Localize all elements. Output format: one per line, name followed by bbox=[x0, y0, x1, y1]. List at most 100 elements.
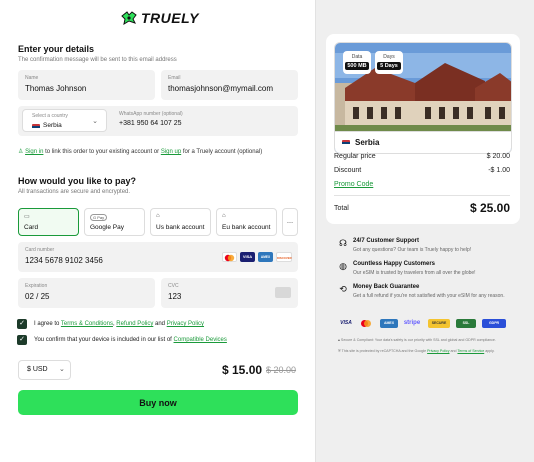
whatsapp-field[interactable]: WhatsApp number (optional) +381 950 64 1… bbox=[112, 106, 298, 136]
ssl-badge-icon: SSL bbox=[456, 319, 476, 328]
mastercard-logo-icon bbox=[222, 252, 237, 262]
feature-desc: Got any questions? Our team is Truely ha… bbox=[353, 247, 472, 253]
name-value: Thomas Johnson bbox=[25, 84, 87, 93]
secure-badge-icon: SECURE bbox=[428, 319, 450, 328]
gdpr-badge-icon: GDPR bbox=[482, 319, 506, 328]
whatsapp-label: WhatsApp number (optional) bbox=[119, 111, 183, 117]
pay-method-label: Us bank account bbox=[156, 224, 205, 231]
sign-up-link[interactable]: Sign up bbox=[161, 149, 181, 155]
bank-icon: ⌂ bbox=[222, 213, 226, 219]
discover-logo-icon: DISCOVER bbox=[276, 252, 292, 262]
secure-note-1: 🔒︎ Secure & Compliant: Your data's safet… bbox=[338, 338, 496, 342]
chevron-down-icon: ⌄ bbox=[59, 366, 65, 373]
cvc-card-icon bbox=[275, 287, 291, 298]
cvc-label: CVC bbox=[168, 283, 179, 289]
email-label: Email bbox=[168, 75, 181, 81]
data-label: Data bbox=[351, 54, 363, 60]
truely-logo-icon bbox=[121, 11, 137, 25]
feature-desc: Get a full refund if you're not satisfie… bbox=[353, 293, 505, 299]
currency-value: $ USD bbox=[27, 366, 48, 373]
pay-method-label: Google Pay bbox=[90, 224, 124, 231]
days-label: Days bbox=[383, 54, 395, 60]
device-prefix: You confirm that your device is included… bbox=[34, 337, 174, 343]
expiration-field[interactable]: Expiration 02 / 25 bbox=[18, 278, 155, 308]
device-checkbox[interactable]: ✓ bbox=[17, 335, 27, 345]
terms-link[interactable]: Terms & Conditions bbox=[61, 321, 113, 327]
terms-checkbox[interactable]: ✓ bbox=[17, 319, 27, 329]
whatsapp-value: +381 950 64 107 25 bbox=[119, 120, 182, 127]
secure-note-2: ⛨ This site is protected by reCAPTCHA an… bbox=[338, 349, 495, 353]
country-label: Select a country bbox=[32, 113, 68, 119]
recaptcha-prefix: This site is protected by reCAPTCHA and … bbox=[341, 349, 428, 353]
gpay-icon: G Pay bbox=[90, 214, 108, 221]
country-value: Serbia bbox=[43, 122, 62, 129]
pay-method-google-pay[interactable]: G Pay Google Pay bbox=[84, 208, 145, 236]
sign-in-link[interactable]: Sign in bbox=[25, 149, 43, 155]
card-number-field[interactable]: Card number 1234 5678 9102 3456 bbox=[18, 242, 298, 272]
expiration-label: Expiration bbox=[25, 283, 48, 289]
summary-divider bbox=[334, 195, 510, 196]
feature-desc: Our eSIM is trusted by travelers from al… bbox=[353, 270, 476, 276]
pay-method-card[interactable]: ▭ Card bbox=[18, 208, 79, 236]
pay-method-eu-bank[interactable]: ⌂ Eu bank account bbox=[216, 208, 277, 236]
regular-price-row: Regular price $ 20.00 bbox=[334, 153, 510, 160]
serbia-flag-icon bbox=[342, 140, 350, 146]
data-value: 500 MB bbox=[345, 62, 369, 70]
discount-value: -$ 1.00 bbox=[488, 167, 510, 174]
visa-logo-icon: VISA bbox=[340, 320, 352, 326]
data-chip: Data 500 MB bbox=[343, 51, 371, 74]
serbia-flag-icon bbox=[32, 124, 40, 130]
name-field[interactable]: Name Thomas Johnson bbox=[18, 70, 155, 100]
regular-price-value: $ 20.00 bbox=[486, 153, 510, 160]
total-value: $ 25.00 bbox=[469, 201, 510, 215]
refund-policy-link[interactable]: Refund Policy bbox=[116, 321, 153, 327]
account-note-middle: to link this order to your existing acco… bbox=[43, 149, 161, 155]
current-price: $ 15.00 bbox=[222, 363, 263, 377]
email-value: thomasjohnson@mymail.com bbox=[168, 84, 274, 93]
truely-logo-text: TRUELY bbox=[141, 10, 199, 26]
shield-icon: ⛨ bbox=[338, 349, 341, 353]
user-icon: ♙ bbox=[18, 149, 24, 155]
truely-logo[interactable]: TRUELY bbox=[121, 10, 199, 26]
country-select[interactable]: Select a country Serbia ⌄ bbox=[22, 109, 107, 132]
details-title: Enter your details bbox=[18, 44, 95, 54]
privacy-policy-link[interactable]: Privacy Policy bbox=[167, 321, 204, 327]
pay-method-label: Card bbox=[24, 224, 39, 231]
promo-code-link[interactable]: Promo Code bbox=[334, 181, 373, 188]
card-number-value: 1234 5678 9102 3456 bbox=[25, 256, 103, 265]
google-terms-link[interactable]: Terms of Service bbox=[457, 349, 484, 353]
email-field[interactable]: Email thomasjohnson@mymail.com bbox=[161, 70, 298, 100]
chevron-down-icon: ⌄ bbox=[92, 118, 98, 125]
card-icon: ▭ bbox=[24, 214, 30, 220]
feature-title: Countless Happy Customers bbox=[353, 261, 436, 267]
destination-image: Data 500 MB Days 5 Days Serbia bbox=[334, 42, 512, 154]
account-note-end: for a Truely account (optional) bbox=[181, 149, 263, 155]
amex-logo-icon: AMEX bbox=[258, 252, 273, 262]
feature-title: Money Back Guarantee bbox=[353, 284, 420, 290]
days-value: 5 Days bbox=[377, 62, 401, 70]
lock-icon: 🔒︎ bbox=[338, 338, 340, 342]
bank-icon: ⌂ bbox=[156, 213, 160, 219]
globe-icon: ◍ bbox=[339, 261, 347, 271]
total-label: Total bbox=[334, 205, 349, 212]
expiration-value: 02 / 25 bbox=[25, 292, 50, 301]
regular-price-label: Regular price bbox=[334, 153, 376, 160]
more-payment-methods-button[interactable]: … bbox=[282, 208, 298, 236]
discount-label: Discount bbox=[334, 167, 362, 174]
recaptcha-end: apply. bbox=[484, 349, 495, 353]
compatible-devices-link[interactable]: Compatible Devices bbox=[174, 337, 227, 343]
feature-title: 24/7 Customer Support bbox=[353, 238, 420, 244]
terms-prefix: I agree to bbox=[34, 321, 61, 327]
card-number-label: Card number bbox=[25, 247, 55, 253]
details-subtitle: The confirmation message will be sent to… bbox=[18, 57, 177, 63]
currency-select[interactable]: $ USD ⌄ bbox=[18, 360, 71, 380]
destination-bar: Serbia bbox=[335, 131, 511, 153]
cvc-value: 123 bbox=[168, 292, 182, 301]
pay-method-us-bank[interactable]: ⌂ Us bank account bbox=[150, 208, 211, 236]
destination-name: Serbia bbox=[355, 138, 380, 147]
stripe-logo-icon: stripe bbox=[403, 320, 421, 326]
visa-logo-icon: VISA bbox=[240, 252, 255, 262]
google-privacy-link[interactable]: Privacy Policy bbox=[427, 349, 449, 353]
buy-now-button[interactable]: Buy now bbox=[18, 390, 298, 415]
terms-text: I agree to Terms & Conditions, Refund Po… bbox=[34, 321, 204, 327]
